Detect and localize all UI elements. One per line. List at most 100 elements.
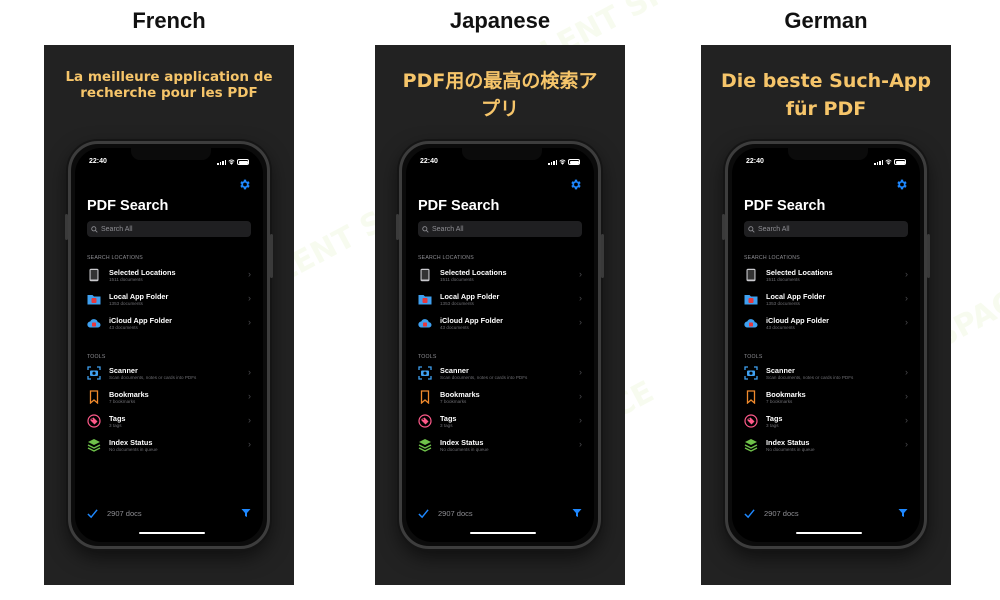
section-header-search-locations: SEARCH LOCATIONS bbox=[87, 255, 143, 261]
marketing-headline: La meilleure application de recherche po… bbox=[65, 69, 273, 101]
status-time: 22:40 bbox=[89, 158, 107, 165]
tag-icon bbox=[744, 414, 758, 428]
language-label: French bbox=[132, 8, 206, 33]
wifi-icon bbox=[559, 159, 566, 165]
folder-icon bbox=[418, 295, 432, 305]
list-item-scanner[interactable]: Scanner Scan documents, notes or cards i… bbox=[87, 364, 251, 386]
chevron-right-icon: › bbox=[248, 415, 251, 425]
section-header-search-locations: SEARCH LOCATIONS bbox=[418, 255, 474, 261]
list-item-icloud-app-folder[interactable]: iCloud App Folder 43 documents › bbox=[418, 314, 582, 336]
chevron-right-icon: › bbox=[905, 317, 908, 327]
filter-icon[interactable] bbox=[898, 508, 908, 518]
app-title: PDF Search bbox=[87, 198, 169, 214]
list-item-selected-locations[interactable]: Selected Locations 1511 documents › bbox=[418, 266, 582, 288]
search-placeholder: Search All bbox=[432, 225, 464, 233]
chevron-right-icon: › bbox=[248, 317, 251, 327]
chevron-right-icon: › bbox=[248, 293, 251, 303]
language-label: Japanese bbox=[449, 8, 551, 33]
list-item-local-app-folder[interactable]: Local App Folder 1353 documents › bbox=[418, 290, 582, 312]
list-item-scanner[interactable]: Scanner Scan documents, notes or cards i… bbox=[418, 364, 582, 386]
phone-frame: 22:40 PDF Search Search All SEARCH LOCAT… bbox=[722, 141, 930, 549]
phone-screen: 22:40 PDF Search Search All SEARCH LOCAT… bbox=[406, 148, 594, 542]
search-icon bbox=[748, 225, 755, 233]
chevron-right-icon: › bbox=[905, 367, 908, 377]
filter-icon[interactable] bbox=[241, 508, 251, 518]
status-icons bbox=[548, 159, 580, 165]
search-input[interactable]: Search All bbox=[87, 221, 251, 237]
list-item-index-status[interactable]: Index Status No documents in queue › bbox=[87, 436, 251, 458]
cellular-signal-icon bbox=[874, 160, 883, 165]
list-item-icloud-app-folder[interactable]: iCloud App Folder 43 documents › bbox=[87, 314, 251, 336]
tablet-icon bbox=[420, 268, 430, 282]
checkmark-icon[interactable] bbox=[418, 508, 429, 519]
chevron-right-icon: › bbox=[905, 293, 908, 303]
folder-icon bbox=[87, 295, 101, 305]
phone-screen: 22:40 PDF Search Search All SEARCH LOCAT… bbox=[75, 148, 263, 542]
chevron-right-icon: › bbox=[905, 415, 908, 425]
tablet-icon bbox=[89, 268, 99, 282]
bookmark-icon bbox=[420, 390, 430, 404]
search-icon bbox=[91, 225, 98, 233]
scanner-icon bbox=[87, 366, 101, 380]
cloud-icon bbox=[418, 319, 432, 328]
chevron-right-icon: › bbox=[579, 367, 582, 377]
search-input[interactable]: Search All bbox=[744, 221, 908, 237]
checkmark-icon[interactable] bbox=[87, 508, 98, 519]
folder-icon bbox=[744, 295, 758, 305]
app-title: PDF Search bbox=[418, 198, 500, 214]
list-item-selected-locations[interactable]: Selected Locations 1511 documents › bbox=[87, 266, 251, 288]
home-indicator bbox=[470, 531, 536, 534]
list-item-scanner[interactable]: Scanner Scan documents, notes or cards i… bbox=[744, 364, 908, 386]
list-item-bookmarks[interactable]: Bookmarks 7 bookmarks › bbox=[418, 388, 582, 410]
list-item-local-app-folder[interactable]: Local App Folder 1353 documents › bbox=[744, 290, 908, 312]
section-header-search-locations: SEARCH LOCATIONS bbox=[744, 255, 800, 261]
battery-icon bbox=[237, 159, 249, 165]
bookmark-icon bbox=[89, 390, 99, 404]
cloud-icon bbox=[87, 319, 101, 328]
search-input[interactable]: Search All bbox=[418, 221, 582, 237]
bookmark-icon bbox=[746, 390, 756, 404]
phone-frame: 22:40 PDF Search Search All SEARCH LOCAT… bbox=[65, 141, 273, 549]
scanner-icon bbox=[418, 366, 432, 380]
status-icons bbox=[217, 159, 249, 165]
doc-count: 2907 docs bbox=[107, 509, 142, 518]
language-column-japanese: Japanese PDF用の最高の検索アプリ 22:40 PDF Search … bbox=[375, 0, 625, 600]
checkmark-icon[interactable] bbox=[744, 508, 755, 519]
list-item-tags[interactable]: Tags 3 tags › bbox=[744, 412, 908, 434]
cloud-icon bbox=[744, 319, 758, 328]
chevron-right-icon: › bbox=[905, 269, 908, 279]
filter-icon[interactable] bbox=[572, 508, 582, 518]
chevron-right-icon: › bbox=[905, 439, 908, 449]
language-column-french: French La meilleure application de reche… bbox=[44, 0, 294, 600]
list-item-index-status[interactable]: Index Status No documents in queue › bbox=[744, 436, 908, 458]
chevron-right-icon: › bbox=[248, 391, 251, 401]
screenshot-panel: Die beste Such-App für PDF 22:40 PDF Sea… bbox=[701, 45, 951, 585]
scanner-icon bbox=[744, 366, 758, 380]
layers-icon bbox=[744, 439, 758, 452]
screenshot-panel: La meilleure application de recherche po… bbox=[44, 45, 294, 585]
chevron-right-icon: › bbox=[248, 439, 251, 449]
battery-icon bbox=[568, 159, 580, 165]
bottom-toolbar: 2907 docs bbox=[744, 508, 908, 520]
list-item-icloud-app-folder[interactable]: iCloud App Folder 43 documents › bbox=[744, 314, 908, 336]
list-item-bookmarks[interactable]: Bookmarks 7 bookmarks › bbox=[87, 388, 251, 410]
marketing-headline: PDF用の最高の検索アプリ bbox=[402, 70, 598, 120]
home-indicator bbox=[796, 531, 862, 534]
marketing-headline: Die beste Such-App für PDF bbox=[721, 70, 931, 120]
tag-icon bbox=[87, 414, 101, 428]
doc-count: 2907 docs bbox=[438, 509, 473, 518]
gear-icon[interactable] bbox=[569, 178, 582, 191]
list-item-tags[interactable]: Tags 3 tags › bbox=[87, 412, 251, 434]
search-icon bbox=[422, 225, 429, 233]
list-item-local-app-folder[interactable]: Local App Folder 1353 documents › bbox=[87, 290, 251, 312]
section-header-tools: TOOLS bbox=[744, 354, 763, 360]
list-item-index-status[interactable]: Index Status No documents in queue › bbox=[418, 436, 582, 458]
search-placeholder: Search All bbox=[758, 225, 790, 233]
gear-icon[interactable] bbox=[238, 178, 251, 191]
list-item-tags[interactable]: Tags 3 tags › bbox=[418, 412, 582, 434]
section-header-tools: TOOLS bbox=[418, 354, 437, 360]
list-item-bookmarks[interactable]: Bookmarks 7 bookmarks › bbox=[744, 388, 908, 410]
battery-icon bbox=[894, 159, 906, 165]
gear-icon[interactable] bbox=[895, 178, 908, 191]
list-item-selected-locations[interactable]: Selected Locations 1511 documents › bbox=[744, 266, 908, 288]
